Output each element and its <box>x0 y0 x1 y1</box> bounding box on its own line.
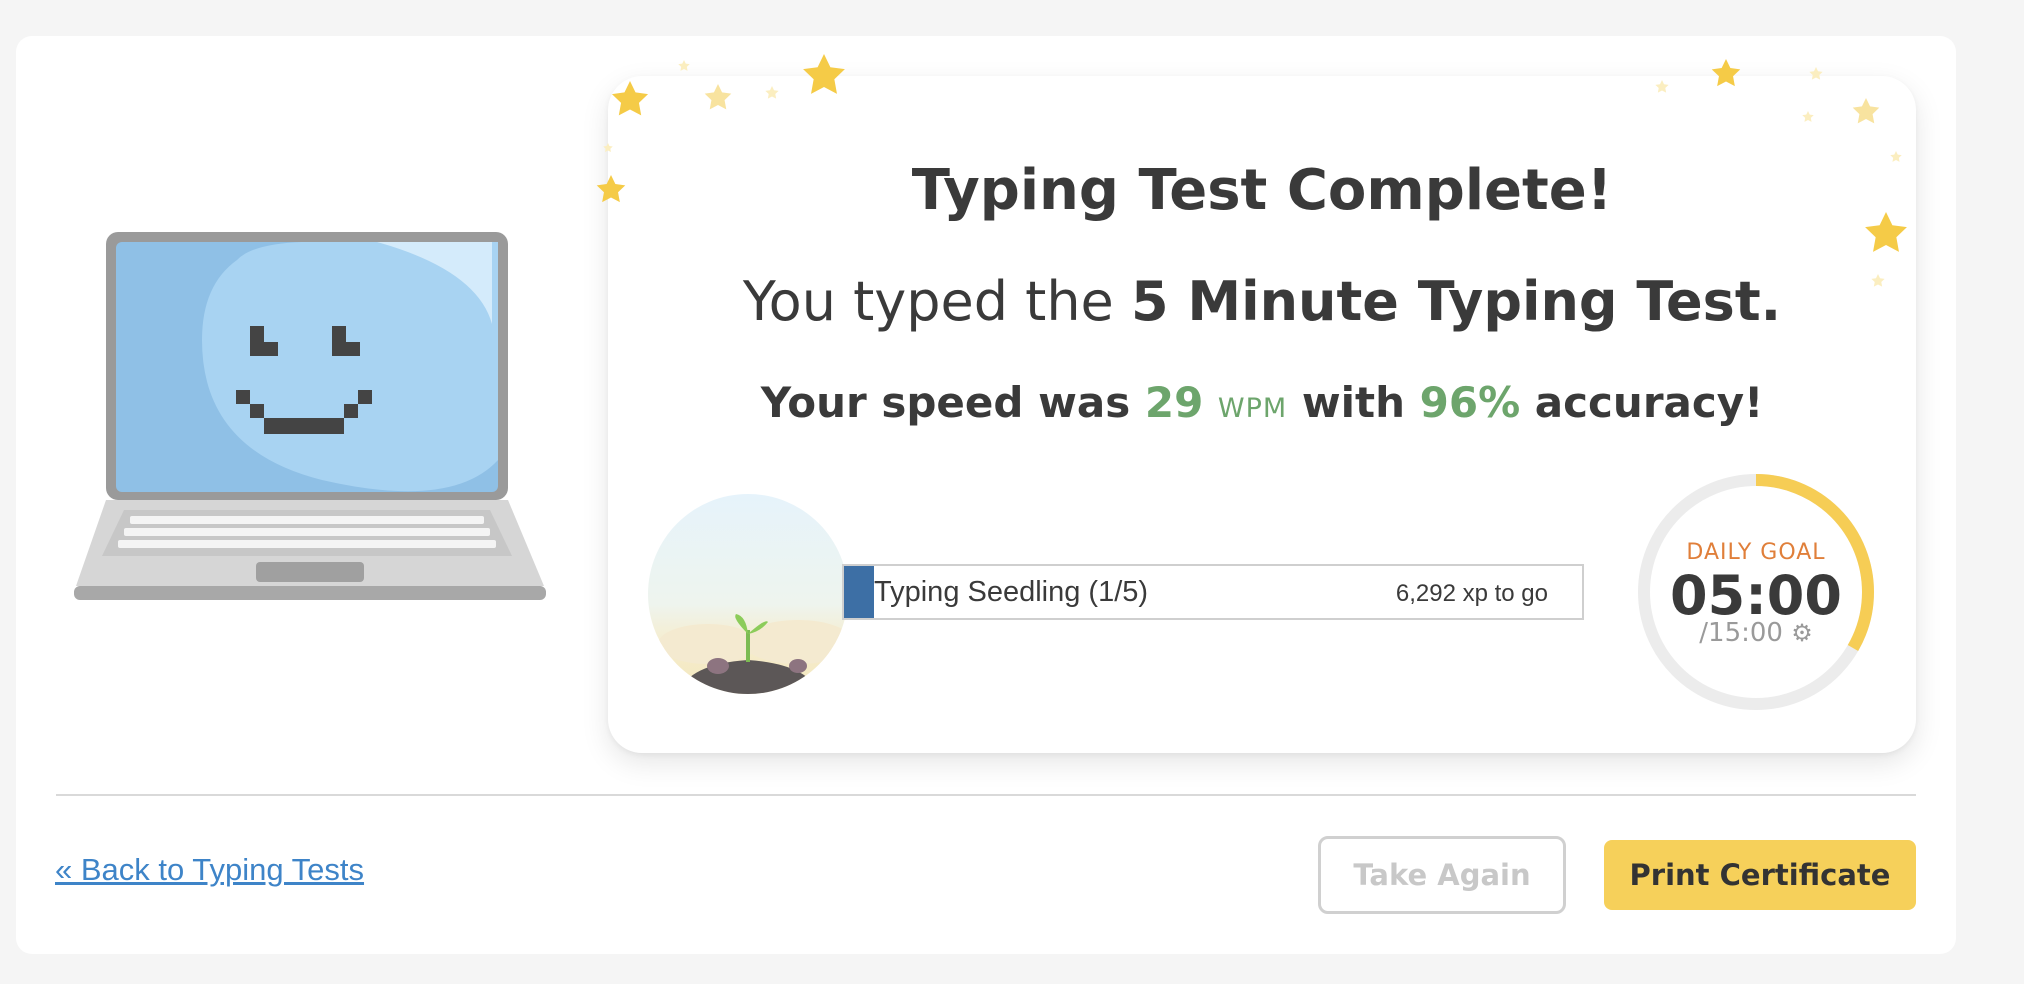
result-title: Typing Test Complete! <box>911 158 1613 223</box>
speed-prefix: Your speed was <box>760 378 1145 427</box>
xp-to-go: 6,292 xp to go <box>1395 580 1548 607</box>
laptop-smiley-icon <box>74 232 546 600</box>
back-to-typing-tests-link[interactable]: « Back to Typing Tests <box>55 852 364 888</box>
footer-divider <box>56 794 1916 796</box>
speed-middle: with <box>1287 378 1420 427</box>
print-certificate-button[interactable]: Print Certificate <box>1604 840 1916 910</box>
test-name: 5 Minute Typing Test. <box>1130 270 1782 333</box>
level-progress-bar: Typing Seedling (1/5) 6,292 xp to go <box>842 564 1584 620</box>
level-name: Typing Seedling (1/5) <box>874 576 1149 608</box>
level-progress-fill <box>844 566 874 618</box>
accuracy-value: 96% <box>1419 378 1521 427</box>
seedling-icon <box>648 494 848 694</box>
test-summary: You typed the 5 Minute Typing Test. <box>608 270 1916 333</box>
wpm-value: 29 <box>1144 378 1204 427</box>
daily-goal-total-row: /15:00 ⚙ <box>1636 618 1876 648</box>
daily-goal-total: /15:00 <box>1699 618 1783 648</box>
test-summary-prefix: You typed the <box>742 270 1131 333</box>
wpm-unit: WPM <box>1217 393 1288 424</box>
gear-icon[interactable]: ⚙ <box>1791 619 1813 647</box>
take-again-button[interactable]: Take Again <box>1318 836 1566 914</box>
daily-goal-label: DAILY GOAL <box>1686 540 1826 565</box>
speed-suffix: accuracy! <box>1520 378 1764 427</box>
speed-summary: Your speed was 29 WPM with 96% accuracy! <box>608 378 1916 427</box>
